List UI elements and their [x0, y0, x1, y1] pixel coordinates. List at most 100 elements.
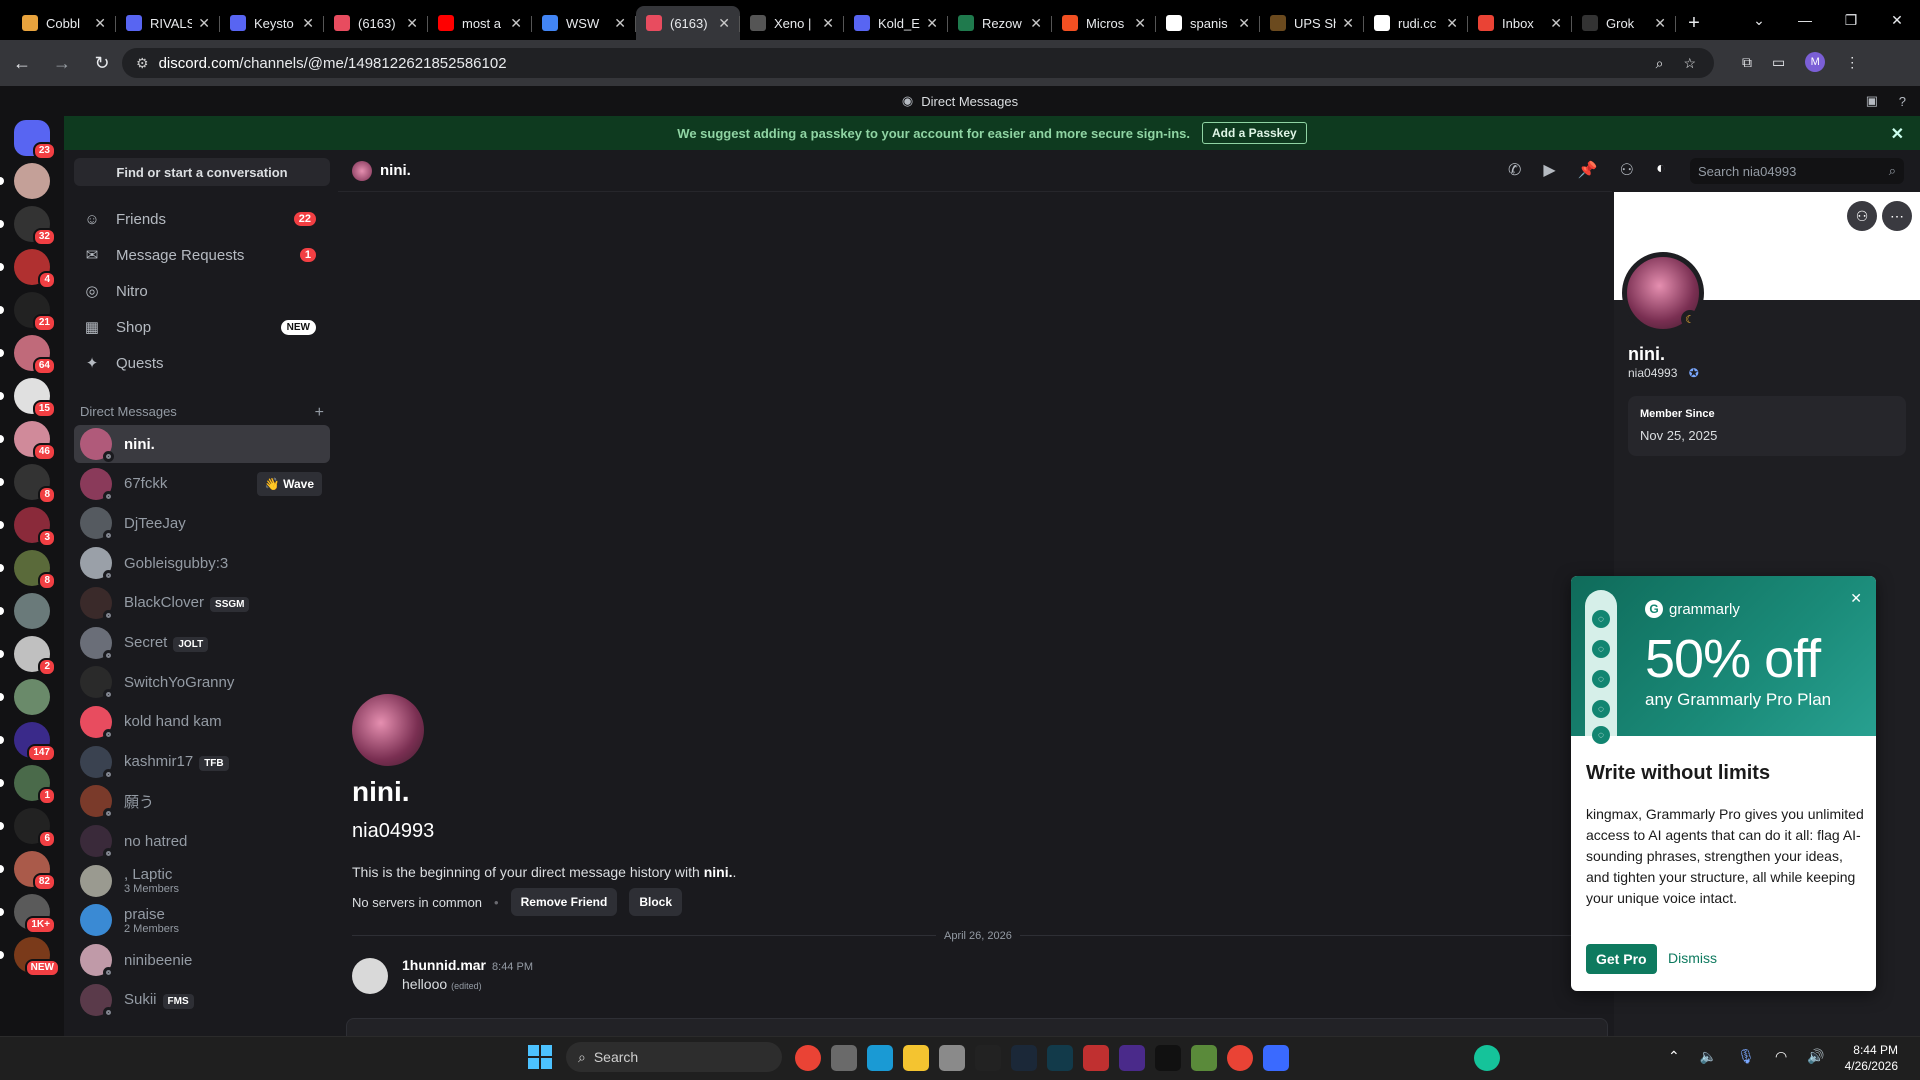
dm-item[interactable]: Sukii FMS [74, 981, 330, 1019]
server-icon[interactable]: 32 [14, 206, 56, 246]
back-button[interactable]: ← [4, 45, 40, 81]
message-author[interactable]: 1hunnid.mar 8:44 PM [402, 957, 533, 973]
browser-tab[interactable]: spanis ✕ [1156, 6, 1260, 40]
server-icon[interactable]: 1K+ [14, 894, 56, 934]
taskbar-clock[interactable]: 8:44 PM 4/26/2026 [1826, 1042, 1898, 1074]
close-tab-icon[interactable]: ✕ [1342, 15, 1354, 32]
create-dm-icon[interactable]: + [315, 404, 324, 422]
close-tab-icon[interactable]: ✕ [1134, 15, 1146, 32]
dm-item[interactable]: ninibeenie [74, 941, 330, 979]
video-call-icon[interactable]: ▶ [1543, 160, 1555, 180]
nav-quests[interactable]: ✦ Quests [74, 346, 330, 380]
server-icon[interactable]: 147 [14, 722, 56, 762]
browser-tab[interactable]: (6163) ✕ [324, 6, 428, 40]
zoom-icon[interactable]: ⌕ [1656, 55, 1664, 72]
server-icon[interactable]: 21 [14, 292, 56, 332]
steam-icon[interactable] [1011, 1045, 1037, 1071]
browser-tab[interactable]: Rezow ✕ [948, 6, 1052, 40]
get-pro-button[interactable]: Get Pro [1586, 944, 1657, 974]
message-author-name[interactable]: 1hunnid.mar [402, 957, 486, 973]
server-icon[interactable]: 64 [14, 335, 56, 375]
more-options-icon[interactable]: ⋯ [1882, 201, 1912, 231]
remove-friend-button[interactable]: Remove Friend [510, 888, 618, 916]
server-icon[interactable]: 8 [14, 550, 56, 590]
browser-tab[interactable]: WSW ✕ [532, 6, 636, 40]
server-icon[interactable]: 15 [14, 378, 56, 418]
browser-tab[interactable]: Cobbl ✕ [12, 6, 116, 40]
server-icon[interactable]: 1 [14, 765, 56, 805]
browser-tab[interactable]: Xeno | ✕ [740, 6, 844, 40]
wifi-icon[interactable]: ◠ [1775, 1048, 1787, 1065]
badge-icon[interactable]: ✪ [1689, 366, 1699, 380]
forward-button[interactable]: → [44, 45, 80, 81]
close-icon[interactable]: ✕ [1850, 590, 1862, 607]
close-tab-icon[interactable]: ✕ [1238, 15, 1250, 32]
taskbar-search[interactable]: ⌕ Search [566, 1042, 782, 1072]
new-tab-button[interactable]: + [1676, 6, 1712, 40]
chrome-icon[interactable] [795, 1045, 821, 1071]
close-tab-icon[interactable]: ✕ [822, 15, 834, 32]
message-composer[interactable] [346, 1018, 1608, 1036]
dm-item[interactable]: 願う [74, 782, 330, 820]
settings-icon[interactable] [939, 1045, 965, 1071]
pin-icon[interactable]: 📌 [1578, 160, 1598, 180]
minecraft-icon[interactable] [1191, 1045, 1217, 1071]
nav-friends[interactable]: ☺ Friends 22 [74, 202, 330, 236]
chevron-down-icon[interactable]: ⌄ [1736, 0, 1782, 40]
nav-message-requests[interactable]: ✉ Message Requests 1 [74, 238, 330, 272]
help-icon[interactable]: ? [1899, 94, 1906, 109]
app-grey-icon[interactable] [831, 1045, 857, 1071]
browser-tab[interactable]: most a ✕ [428, 6, 532, 40]
close-tab-icon[interactable]: ✕ [1446, 15, 1458, 32]
address-bar[interactable]: ⚙ discord.com/channels/@me/1498122621852… [122, 48, 1714, 78]
browser-tab[interactable]: (6163) ✕ [636, 6, 740, 40]
server-icon[interactable] [14, 163, 50, 199]
search-input[interactable]: Search nia04993 ⌕ [1690, 158, 1904, 184]
close-window-button[interactable]: ✕ [1874, 0, 1920, 40]
add-passkey-button[interactable]: Add a Passkey [1201, 122, 1307, 144]
start-icon[interactable] [528, 1045, 552, 1069]
dm-item[interactable]: SwitchYoGranny [74, 663, 330, 701]
app-red-icon[interactable] [975, 1045, 1001, 1071]
find-conversation-button[interactable]: Find or start a conversation [74, 158, 330, 186]
add-friends-icon[interactable]: ⚇ [1620, 160, 1634, 180]
browser-tab[interactable]: Grok ✕ [1572, 6, 1676, 40]
nav-nitro[interactable]: ◎ Nitro [74, 274, 330, 308]
close-tab-icon[interactable]: ✕ [718, 15, 730, 32]
app-teal-icon[interactable] [1047, 1045, 1073, 1071]
server-icon[interactable]: NEW [14, 937, 60, 977]
reload-button[interactable]: ↻ [84, 45, 120, 81]
inbox-icon[interactable]: ▣ [1866, 93, 1878, 109]
edge-icon[interactable] [867, 1045, 893, 1071]
dm-item[interactable]: DjTeeJay [74, 504, 330, 542]
dm-item[interactable]: no hatred [74, 822, 330, 860]
server-icon[interactable]: 6 [14, 808, 56, 848]
close-icon[interactable]: ✕ [1891, 124, 1904, 144]
browser-tab[interactable]: UPS Sh ✕ [1260, 6, 1364, 40]
close-tab-icon[interactable]: ✕ [198, 15, 210, 32]
close-tab-icon[interactable]: ✕ [510, 15, 522, 32]
dm-item[interactable]: nini. [74, 425, 330, 463]
server-icon[interactable]: 2 [14, 636, 56, 676]
dm-item[interactable]: Gobleisgubby:3 [74, 544, 330, 582]
grammarly-icon[interactable] [1474, 1045, 1500, 1071]
microphone-icon[interactable]: 🎙 [1737, 1048, 1755, 1065]
user-profile-icon[interactable]: ◐ [1656, 160, 1666, 180]
browser-tab[interactable]: Keysto ✕ [220, 6, 324, 40]
close-tab-icon[interactable]: ✕ [926, 15, 938, 32]
server-icon[interactable]: 82 [14, 851, 56, 891]
speaker-icon[interactable]: 🔈 [1700, 1048, 1717, 1065]
browser-tab[interactable]: Inbox ✕ [1468, 6, 1572, 40]
nav-shop[interactable]: ▦ Shop NEW [74, 310, 330, 344]
close-tab-icon[interactable]: ✕ [1030, 15, 1042, 32]
server-icon[interactable] [14, 679, 50, 715]
dm-item[interactable]: , Laptic 3 Members [74, 862, 330, 900]
server-icon[interactable]: 46 [14, 421, 56, 461]
file-explorer-icon[interactable] [903, 1045, 929, 1071]
bookmark-star-icon[interactable]: ☆ [1683, 55, 1696, 72]
server-icon[interactable]: 4 [14, 249, 56, 289]
add-friend-icon[interactable]: ⚇ [1847, 201, 1877, 231]
minimize-button[interactable]: — [1782, 0, 1828, 40]
server-icon[interactable]: 3 [14, 507, 56, 547]
roblox-icon[interactable] [1263, 1045, 1289, 1071]
